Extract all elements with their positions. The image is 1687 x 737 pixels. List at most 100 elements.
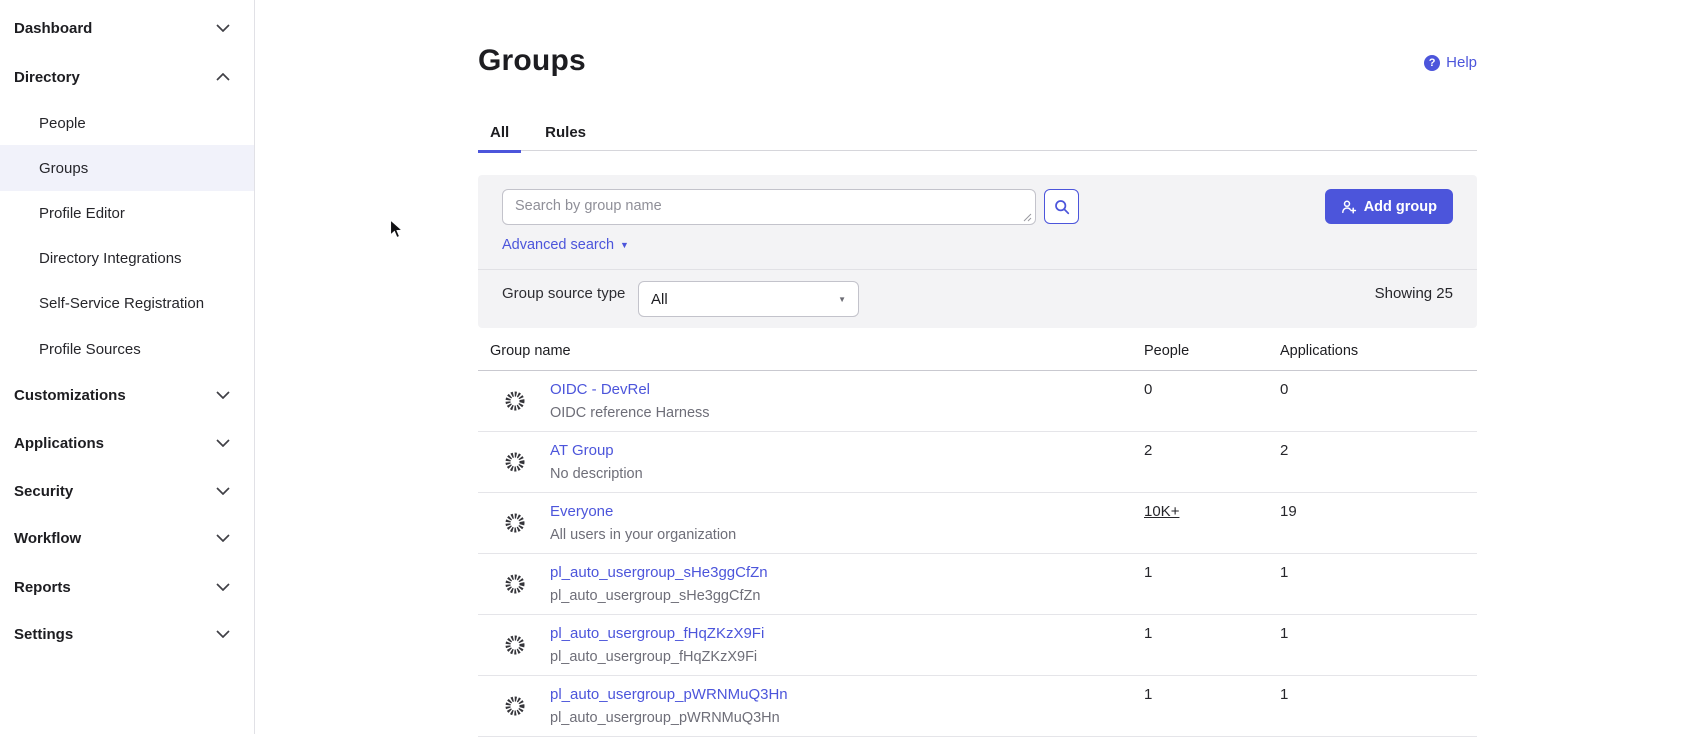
sidebar-item-dashboard[interactable]: Dashboard [0,5,254,51]
applications-count: 1 [1280,564,1288,581]
chevron-down-icon [216,24,230,32]
sidebar-item-directory-integrations[interactable]: Directory Integrations [0,235,254,281]
table-row: pl_auto_usergroup_pWRNMuQ3Hn pl_auto_use… [478,676,1477,737]
applications-count: 1 [1280,625,1288,642]
sidebar-item-reports[interactable]: Reports [0,564,254,610]
group-description: No description [550,466,643,482]
applications-count: 19 [1280,503,1297,520]
sidebar-item-label: Groups [39,160,88,177]
chevron-up-icon [216,73,230,81]
advanced-search-label: Advanced search [502,237,614,253]
chevron-down-icon [216,583,230,591]
sidebar-item-groups[interactable]: Groups [0,145,254,191]
table-row: AT Group No description 2 2 [478,432,1477,493]
group-icon [503,572,527,596]
main-content: Groups ? Help All Rules Add group [478,0,1477,734]
sidebar-item-customizations[interactable]: Customizations [0,372,254,418]
people-count: 1 [1144,686,1152,703]
chevron-down-icon [216,487,230,495]
chevron-down-icon [216,630,230,638]
tab-bar: All Rules [478,114,1477,151]
search-filter-panel: Add group Advanced search ▼ Group source… [478,175,1477,328]
tab-rules[interactable]: Rules [533,114,598,153]
group-icon [503,633,527,657]
search-button[interactable] [1044,189,1079,224]
table-header: Group name People Applications [478,336,1477,371]
sidebar-item-label: Directory [14,69,80,86]
people-count: 1 [1144,564,1152,581]
sidebar-item-self-service-registration[interactable]: Self-Service Registration [0,280,254,326]
sidebar-item-profile-editor[interactable]: Profile Editor [0,190,254,236]
panel-divider [478,269,1477,270]
sidebar-item-profile-sources[interactable]: Profile Sources [0,326,254,372]
sidebar-item-applications[interactable]: Applications [0,420,254,466]
select-caret-icon: ▼ [838,295,846,304]
help-label: Help [1446,54,1477,71]
sidebar-item-label: Profile Editor [39,205,125,222]
group-name-link[interactable]: AT Group [550,442,614,459]
sidebar-item-label: Directory Integrations [39,250,182,267]
tab-all[interactable]: All [478,114,521,153]
group-icon [503,511,527,535]
applications-count: 1 [1280,686,1288,703]
applications-count: 2 [1280,442,1288,459]
table-row: pl_auto_usergroup_sHe3ggCfZn pl_auto_use… [478,554,1477,615]
add-group-button[interactable]: Add group [1325,189,1453,224]
sidebar-item-settings[interactable]: Settings [0,611,254,657]
applications-count: 0 [1280,381,1288,398]
people-count: 0 [1144,381,1152,398]
table-row: OIDC - DevRel OIDC reference Harness 0 0 [478,371,1477,432]
group-source-type-select[interactable]: All ▼ [638,281,859,317]
group-name-link[interactable]: pl_auto_usergroup_pWRNMuQ3Hn [550,686,788,703]
column-group-name: Group name [490,343,571,359]
people-count: 1 [1144,625,1152,642]
group-name-link[interactable]: pl_auto_usergroup_sHe3ggCfZn [550,564,768,581]
group-name-link[interactable]: pl_auto_usergroup_fHqZKzX9Fi [550,625,764,642]
chevron-down-icon [216,391,230,399]
chevron-down-icon [216,439,230,447]
help-link[interactable]: ? Help [1424,54,1477,71]
page-title: Groups [478,44,586,78]
group-description: pl_auto_usergroup_fHqZKzX9Fi [550,649,757,665]
sidebar-item-label: Self-Service Registration [39,295,204,312]
search-icon [1054,199,1070,215]
group-description: pl_auto_usergroup_sHe3ggCfZn [550,588,760,604]
group-icon [503,450,527,474]
group-name-link[interactable]: OIDC - DevRel [550,381,650,398]
group-icon [503,389,527,413]
group-description: pl_auto_usergroup_pWRNMuQ3Hn [550,710,780,726]
sidebar-item-label: Customizations [14,387,126,404]
table-row: Everyone All users in your organization … [478,493,1477,554]
group-name-link[interactable]: Everyone [550,503,613,520]
group-description: All users in your organization [550,527,736,543]
sidebar-item-label: Security [14,483,73,500]
mouse-cursor [389,219,404,240]
sidebar-item-label: Profile Sources [39,341,141,358]
sidebar: Dashboard Directory People Groups Profil… [0,0,255,734]
person-plus-icon [1341,199,1357,215]
group-source-type-label: Group source type [502,285,625,302]
sidebar-item-label: Dashboard [14,20,92,37]
sidebar-item-label: Reports [14,579,71,596]
add-group-label: Add group [1364,199,1437,215]
advanced-search-link[interactable]: Advanced search ▼ [502,237,629,253]
sidebar-item-label: People [39,115,86,132]
sidebar-item-security[interactable]: Security [0,468,254,514]
group-description: OIDC reference Harness [550,405,710,421]
help-icon: ? [1424,55,1440,71]
select-value: All [651,291,668,308]
sidebar-item-label: Workflow [14,530,81,547]
table-row: pl_auto_usergroup_fHqZKzX9Fi pl_auto_use… [478,615,1477,676]
sidebar-item-workflow[interactable]: Workflow [0,515,254,561]
people-count[interactable]: 10K+ [1144,503,1179,520]
sidebar-item-label: Settings [14,626,73,643]
showing-count: Showing 25 [1375,285,1453,302]
sidebar-item-people[interactable]: People [0,100,254,146]
column-applications: Applications [1280,343,1358,359]
sidebar-item-directory[interactable]: Directory [0,54,254,100]
column-people: People [1144,343,1189,359]
search-input[interactable] [502,189,1036,225]
sidebar-item-label: Applications [14,435,104,452]
group-icon [503,694,527,718]
people-count: 2 [1144,442,1152,459]
